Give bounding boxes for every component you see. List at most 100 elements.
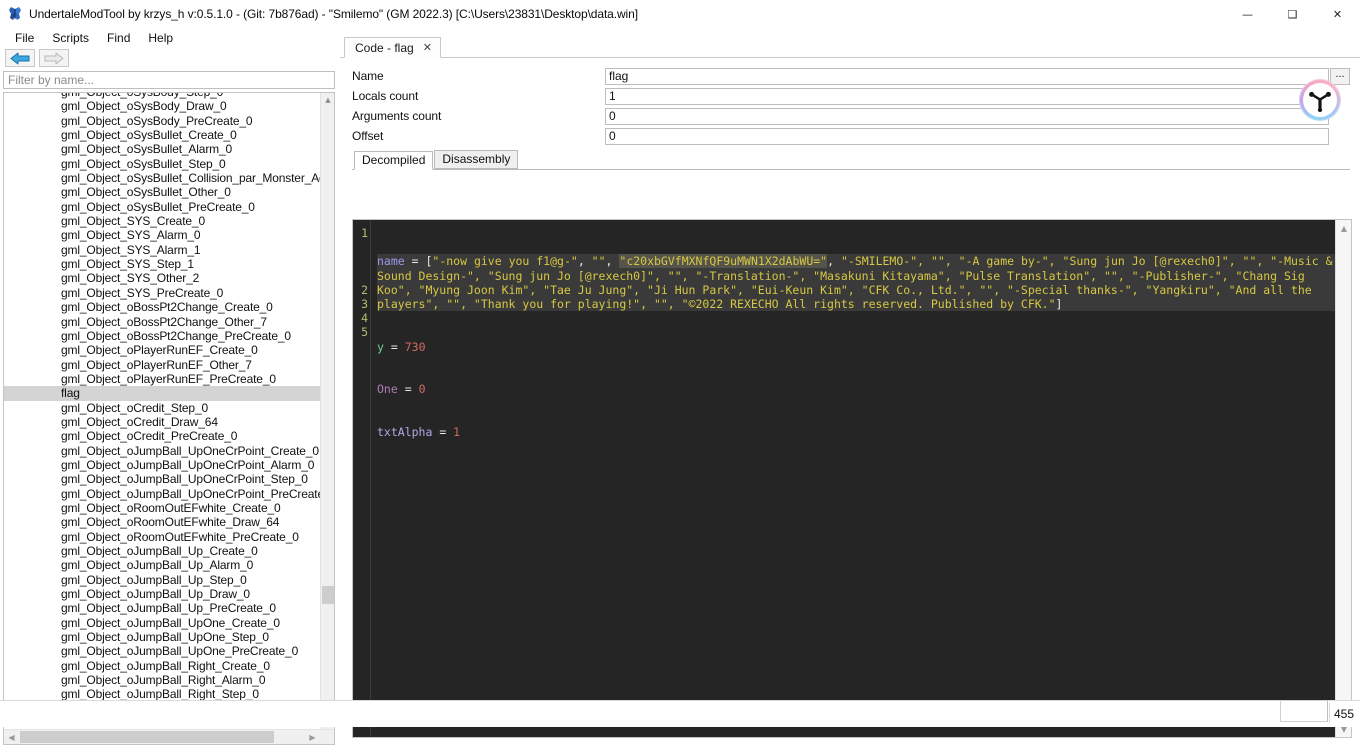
code-token-assign: = [ xyxy=(405,254,433,268)
list-item[interactable]: gml_Object_oJumpBall_UpOneCrPoint_PreCre… xyxy=(4,487,322,501)
list-item[interactable]: gml_Object_oSysBody_Draw_0 xyxy=(4,99,322,113)
arguments-count-row: Arguments count xyxy=(352,106,1350,126)
list-item[interactable]: gml_Object_oSysBody_PreCreate_0 xyxy=(4,114,322,128)
list-scroll-right-icon[interactable]: ▶ xyxy=(305,730,320,744)
list-item[interactable]: gml_Object_oJumpBall_Up_Alarm_0 xyxy=(4,558,322,572)
tab-decompiled[interactable]: Decompiled xyxy=(354,151,433,170)
list-item[interactable]: gml_Object_SYS_Step_1 xyxy=(4,257,322,271)
list-item-label: gml_Object_oJumpBall_UpOne_Step_0 xyxy=(61,630,269,644)
editor-vertical-scrollbar[interactable]: ▲ ▼ xyxy=(1335,220,1351,737)
list-item-label: gml_Object_oPlayerRunEF_Other_7 xyxy=(61,358,252,372)
list-item[interactable]: gml_Object_SYS_Other_2 xyxy=(4,271,322,285)
list-item[interactable]: gml_Object_SYS_PreCreate_0 xyxy=(4,286,322,300)
list-item[interactable]: gml_Object_oJumpBall_Up_Draw_0 xyxy=(4,587,322,601)
list-item[interactable]: gml_Object_oJumpBall_UpOne_Create_0 xyxy=(4,616,322,630)
list-item[interactable]: gml_Object_oJumpBall_Up_PreCreate_0 xyxy=(4,601,322,615)
name-row: Name ... xyxy=(352,66,1350,86)
code-token-comma-3: , xyxy=(827,254,841,268)
list-item[interactable]: gml_Object_oSysBullet_Other_0 xyxy=(4,185,322,199)
tab-code-flag[interactable]: Code - flag ✕ xyxy=(344,37,441,58)
code-line-2: y = 730 xyxy=(377,340,1335,354)
list-item-label: gml_Object_oSysBullet_Collision_par_Mons… xyxy=(61,171,322,185)
status-bar: 455 xyxy=(0,700,1360,727)
list-item[interactable]: gml_Object_oPlayerRunEF_PreCreate_0 xyxy=(4,372,322,386)
code-token-close-bracket: ] xyxy=(1056,297,1063,311)
menu-help[interactable]: Help xyxy=(139,29,182,47)
list-item-label: gml_Object_oSysBody_Draw_0 xyxy=(61,99,227,113)
list-item[interactable]: gml_Object_oPlayerRunEF_Other_7 xyxy=(4,358,322,372)
list-scroll-left-icon[interactable]: ◀ xyxy=(4,730,19,744)
menu-file[interactable]: File xyxy=(6,29,43,47)
list-item[interactable]: gml_Object_oRoomOutEFwhite_Draw_64 xyxy=(4,515,322,529)
list-item[interactable]: gml_Object_oJumpBall_Right_Alarm_0 xyxy=(4,673,322,687)
list-item[interactable]: gml_Object_oCredit_Draw_64 xyxy=(4,415,322,429)
tab-strip: Code - flag ✕ xyxy=(340,36,1360,58)
list-item[interactable]: gml_Object_oJumpBall_UpOne_Step_0 xyxy=(4,630,322,644)
list-item[interactable]: gml_Object_oSysBullet_Create_0 xyxy=(4,128,322,142)
close-button[interactable]: ✕ xyxy=(1315,0,1360,28)
minimize-button[interactable]: — xyxy=(1225,0,1270,28)
menu-find[interactable]: Find xyxy=(98,29,139,47)
code-metadata-form: Name ... Locals count Arguments count Of… xyxy=(340,58,1360,170)
list-item[interactable]: gml_Object_oJumpBall_UpOneCrPoint_Create… xyxy=(4,444,322,458)
list-item[interactable]: gml_Object_oBossPt2Change_Create_0 xyxy=(4,300,322,314)
list-item-label: gml_Object_oJumpBall_UpOneCrPoint_Step_0 xyxy=(61,472,308,486)
list-item[interactable]: gml_Object_oSysBullet_Alarm_0 xyxy=(4,142,322,156)
filter-input-container[interactable] xyxy=(3,71,335,89)
list-item[interactable]: gml_Object_oRoomOutEFwhite_Create_0 xyxy=(4,501,322,515)
list-scroll-up-icon[interactable]: ▲ xyxy=(321,93,335,107)
editor-scroll-up-icon[interactable]: ▲ xyxy=(1336,220,1352,236)
list-item-label: gml_Object_oSysBullet_Alarm_0 xyxy=(61,142,232,156)
list-item[interactable]: gml_Object_oSysBullet_Collision_par_Mons… xyxy=(4,171,322,185)
code-token-one: One xyxy=(377,382,398,396)
offset-label: Offset xyxy=(352,129,605,143)
list-hscroll-thumb[interactable] xyxy=(20,731,274,743)
list-item[interactable]: gml_Object_oSysBullet_Step_0 xyxy=(4,157,322,171)
offset-input[interactable] xyxy=(605,128,1329,145)
list-item-label: gml_Object_oJumpBall_Up_Create_0 xyxy=(61,544,258,558)
list-item[interactable]: gml_Object_SYS_Alarm_1 xyxy=(4,243,322,257)
maximize-button[interactable]: ❑ xyxy=(1270,0,1315,28)
window-titlebar: UndertaleModTool by krzys_h v:0.5.1.0 - … xyxy=(0,0,1360,28)
list-item[interactable]: gml_Object_oJumpBall_UpOne_PreCreate_0 xyxy=(4,644,322,658)
close-icon[interactable]: ✕ xyxy=(423,42,432,53)
list-item[interactable]: gml_Object_oJumpBall_UpOneCrPoint_Alarm_… xyxy=(4,458,322,472)
code-editor[interactable]: 12345 name = ["-now give you f1@g-", "",… xyxy=(353,220,1335,737)
name-browse-button[interactable]: ... xyxy=(1330,68,1350,85)
list-item-label: gml_Object_oJumpBall_Up_Step_0 xyxy=(61,573,247,587)
list-item[interactable]: gml_Object_oJumpBall_Up_Create_0 xyxy=(4,544,322,558)
list-item[interactable]: gml_Object_oSysBullet_PreCreate_0 xyxy=(4,200,322,214)
list-vertical-scrollbar[interactable]: ▲ ▼ xyxy=(320,93,334,744)
back-arrow-icon[interactable] xyxy=(5,49,35,67)
list-horizontal-scrollbar[interactable]: ◀ ▶ xyxy=(4,729,334,744)
list-item-label: gml_Object_oCredit_Draw_64 xyxy=(61,415,218,429)
list-item-selected[interactable]: flag xyxy=(4,386,322,400)
list-item[interactable]: gml_Object_SYS_Create_0 xyxy=(4,214,322,228)
tab-disassembly[interactable]: Disassembly xyxy=(434,150,518,169)
list-item[interactable]: gml_Object_oBossPt2Change_PreCreate_0 xyxy=(4,329,322,343)
list-item[interactable]: gml_Object_oPlayerRunEF_Create_0 xyxy=(4,343,322,357)
list-item[interactable]: gml_Object_oCredit_Step_0 xyxy=(4,401,322,415)
arguments-count-input[interactable] xyxy=(605,108,1329,125)
list-scroll-thumb[interactable] xyxy=(322,586,334,604)
list-item[interactable]: gml_Object_oJumpBall_Right_Create_0 xyxy=(4,659,322,673)
main-content: gml_Object_oSysBody_Step_0gml_Object_oSy… xyxy=(0,48,1360,700)
list-item-label: gml_Object_oRoomOutEFwhite_PreCreate_0 xyxy=(61,530,299,544)
list-item[interactable]: gml_Object_oBossPt2Change_Other_7 xyxy=(4,315,322,329)
locals-count-input[interactable] xyxy=(605,88,1329,105)
code-token-txtalpha-op: = xyxy=(432,425,453,439)
list-item[interactable]: gml_Object_oCredit_PreCreate_0 xyxy=(4,429,322,443)
code-token-txtalpha-value: 1 xyxy=(453,425,460,439)
name-input[interactable] xyxy=(605,68,1329,85)
code-entries-list[interactable]: gml_Object_oSysBody_Step_0gml_Object_oSy… xyxy=(3,92,335,745)
list-item[interactable]: gml_Object_SYS_Alarm_0 xyxy=(4,228,322,242)
code-token-y-op: = xyxy=(384,340,405,354)
list-item[interactable]: gml_Object_oJumpBall_Up_Step_0 xyxy=(4,573,322,587)
code-text-area[interactable]: name = ["-now give you f1@g-", "", "c20x… xyxy=(371,220,1335,737)
forward-arrow-icon[interactable] xyxy=(39,49,69,67)
name-label: Name xyxy=(352,69,605,83)
filter-input[interactable] xyxy=(4,73,334,87)
list-item[interactable]: gml_Object_oRoomOutEFwhite_PreCreate_0 xyxy=(4,530,322,544)
menu-scripts[interactable]: Scripts xyxy=(43,29,98,47)
list-item[interactable]: gml_Object_oJumpBall_UpOneCrPoint_Step_0 xyxy=(4,472,322,486)
